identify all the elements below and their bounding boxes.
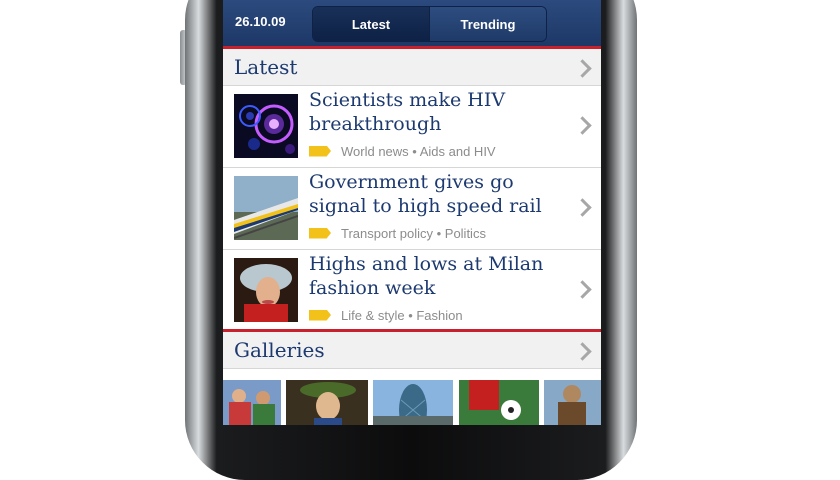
tab-trending[interactable]: Trending xyxy=(429,7,546,41)
gallery-building-image[interactable] xyxy=(373,380,453,425)
top-bar: 26.10.09 Latest Trending xyxy=(223,0,601,46)
gallery-strip xyxy=(223,380,601,425)
gallery-football-image[interactable] xyxy=(459,380,539,425)
chevron-right-icon xyxy=(573,342,592,361)
latest-section-title: Latest xyxy=(234,55,298,79)
chevron-right-icon xyxy=(573,59,592,78)
chevron-right-icon xyxy=(573,198,592,217)
tag-icon xyxy=(309,145,331,157)
segmented-control: Latest Trending xyxy=(312,6,547,42)
phone-screen: 26.10.09 Latest Trending Latest Scientis… xyxy=(223,0,601,425)
fashion-model-image xyxy=(234,258,298,322)
tag-icon xyxy=(309,309,331,321)
story-headline: Government gives go signal to high speed… xyxy=(309,171,542,217)
edition-date: 26.10.09 xyxy=(235,14,286,29)
story-tags: Life & style • Fashion xyxy=(341,307,463,323)
tag-icon xyxy=(309,227,331,239)
gallery-soldier-image[interactable] xyxy=(286,380,368,425)
story-item[interactable]: Highs and lows at Milan fashion week Lif… xyxy=(223,250,601,329)
story-tags-row: World news • Aids and HIV xyxy=(309,143,496,159)
story-item[interactable]: Government gives go signal to high speed… xyxy=(223,168,601,250)
high-speed-train-image xyxy=(234,176,298,240)
galleries-section-header[interactable]: Galleries xyxy=(223,332,601,369)
chevron-right-icon xyxy=(573,280,592,299)
chevron-right-icon xyxy=(573,116,592,135)
galleries-section-title: Galleries xyxy=(234,338,325,362)
latest-section-header[interactable]: Latest xyxy=(223,49,601,86)
tab-latest[interactable]: Latest xyxy=(313,7,429,41)
story-tags-row: Life & style • Fashion xyxy=(309,307,463,323)
story-tags-row: Transport policy • Politics xyxy=(309,225,486,241)
story-headline: Highs and lows at Milan fashion week xyxy=(309,253,544,299)
gallery-people-image[interactable] xyxy=(223,380,281,425)
story-tags: World news • Aids and HIV xyxy=(341,143,496,159)
story-tags: Transport policy • Politics xyxy=(341,225,486,241)
gallery-figure-image[interactable] xyxy=(544,380,601,425)
hiv-virus-image xyxy=(234,94,298,158)
story-headline: Scientists make HIV breakthrough xyxy=(309,89,506,135)
story-item[interactable]: Scientists make HIV breakthrough World n… xyxy=(223,86,601,168)
